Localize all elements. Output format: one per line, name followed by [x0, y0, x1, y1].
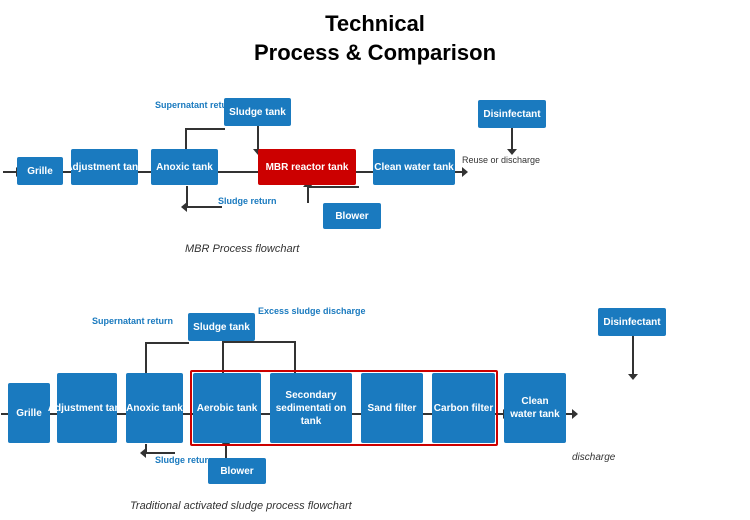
arrow-blower-h: [307, 186, 359, 188]
arrow-mbr-clean: [355, 171, 375, 173]
arrow-anox-up: [185, 128, 187, 150]
sludge-return-trad: Sludge return: [155, 455, 214, 465]
arrow-anox-mbr: [217, 171, 260, 173]
arrow-excess-sludge-h: [222, 341, 295, 343]
blower-mbr: Blower: [323, 203, 381, 229]
supernatant-return-trad: Supernatant return: [92, 316, 173, 326]
disinfectant-trad: Disinfectant: [598, 308, 666, 336]
arrow-trad-sludge-h: [145, 342, 189, 344]
anoxic-tank-trad: Anoxic tank: [126, 373, 183, 443]
adjustment-tank-mbr: Adjustment tank: [71, 149, 138, 185]
traditional-caption: Traditional activated sludge process flo…: [130, 500, 352, 512]
arrow-clean-reuse: [455, 171, 463, 173]
aerobic-tank-trad: Aerobic tank: [193, 373, 261, 443]
arrow-trad-sludge-down: [222, 341, 224, 375]
grille-trad: Grille: [8, 383, 50, 443]
arrow-sludge-down: [257, 126, 259, 150]
sand-filter: Sand filter: [361, 373, 423, 443]
arrow-sludge-return-trad: [145, 452, 175, 454]
mbr-caption: MBR Process flowchart: [185, 243, 299, 255]
page-title: Technical Process & Comparison: [0, 0, 750, 67]
discharge-label: discharge: [572, 452, 615, 463]
clean-water-tank-trad: Clean water tank: [504, 373, 566, 443]
arrow-blower-up-trad: [225, 444, 227, 458]
arrow-trad-sludge-up: [145, 343, 147, 375]
secondary-sed-tank: Secondary sedimentati on tank: [270, 373, 352, 443]
arrow-disinfect-down: [511, 128, 513, 150]
arrow-anox-sludge-h: [185, 128, 225, 130]
carbon-filter: Carbon filter: [432, 373, 495, 443]
arrow-blower-up: [307, 186, 309, 203]
anoxic-tank-mbr: Anoxic tank: [151, 149, 218, 185]
arrow-entry-mbr: [3, 171, 17, 173]
grille-mbr: Grille: [17, 157, 63, 185]
sludge-tank-trad: Sludge tank: [188, 313, 255, 341]
arrow-sludge-return-left: [186, 206, 222, 208]
adjustment-tank-trad: Adjustment tank: [57, 373, 117, 443]
arrow-disinfect-down-trad: [632, 336, 634, 375]
excess-sludge-discharge: Excess sludge discharge: [258, 306, 366, 316]
supernatant-return-mbr: Supernatant return: [155, 100, 236, 110]
arrow-excess-sludge: [294, 341, 296, 375]
reuse-discharge-mbr: Reuse or discharge: [462, 155, 542, 166]
sludge-return-mbr: Sludge return: [218, 196, 277, 206]
arrow-clean-discharge-trad: [565, 413, 573, 415]
disinfectant-mbr: Disinfectant: [478, 100, 546, 128]
blower-trad: Blower: [208, 458, 266, 484]
arrow-sludge-return-v-trad: [145, 444, 147, 454]
arrow-carbon-clean-trad: [494, 413, 504, 415]
mbr-reactor-tank: MBR reactor tank: [258, 149, 356, 185]
clean-water-tank-mbr: Clean water tank: [373, 149, 455, 185]
arrow-sludge-return-v: [186, 186, 188, 208]
